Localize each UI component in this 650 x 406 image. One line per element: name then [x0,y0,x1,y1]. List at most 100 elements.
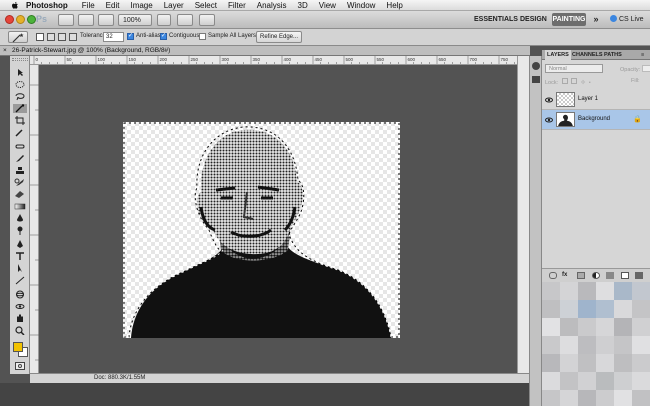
clone-source-panel-icon[interactable] [532,76,540,83]
healing-brush-icon[interactable] [13,142,27,151]
horizontal-ruler[interactable]: 0 50 100 150 200 250 300 350 400 450 500 550 600 650 7… [30,56,530,65]
cs-live-button[interactable]: CS Live [610,13,643,26]
vertical-scrollbar[interactable] [517,56,529,373]
sample-all-layers-checkbox[interactable] [199,33,206,40]
pen-tool-icon[interactable] [13,240,27,249]
blend-mode-select[interactable]: Normal [545,64,603,73]
path-selection-icon[interactable] [13,264,27,273]
lock-position-icon[interactable]: ✢ [581,80,586,86]
menu-file[interactable]: File [82,1,95,10]
apple-icon[interactable] [10,1,20,10]
more-workspaces-button[interactable]: » [591,13,601,26]
new-group-icon[interactable] [606,272,614,279]
brush-panel-icon[interactable] [532,62,540,70]
move-tool-icon[interactable] [13,68,27,77]
foreground-color-swatch[interactable] [13,342,23,352]
tolerance-input[interactable]: 32 [103,32,124,42]
quick-mask-icon[interactable] [15,362,25,370]
toolbox-grip[interactable] [12,58,28,61]
clone-stamp-icon[interactable] [13,166,27,175]
eye-icon[interactable] [545,96,553,104]
lock-image-icon[interactable] [571,78,578,84]
lasso-tool-icon[interactable] [13,92,27,101]
zoom-tool-icon[interactable] [13,326,27,336]
mosaic-tile [614,372,632,390]
document-size-status[interactable]: Doc: 880.3K/1.55M [94,375,145,381]
tab-layers[interactable]: LAYERS [545,50,571,60]
menu-help[interactable]: Help [386,1,402,10]
lock-icon[interactable]: ▪ [589,80,591,86]
dodge-tool-icon[interactable] [13,226,27,235]
menu-layer[interactable]: Layer [164,1,184,10]
crop-tool-icon[interactable] [13,116,27,125]
screen-mode-button[interactable] [199,14,215,26]
vertical-ruler[interactable] [30,65,39,374]
hand-tool-icon[interactable] [13,314,27,323]
trash-icon[interactable] [635,272,643,279]
bridge-button[interactable] [58,14,74,26]
tool-preset-picker[interactable] [8,31,28,43]
hand-tool-button[interactable] [157,14,171,26]
3d-orbit-icon[interactable] [13,302,27,311]
lock-transparent-icon[interactable] [561,78,568,84]
menu-window[interactable]: Window [347,1,375,10]
eye-icon[interactable] [545,116,553,124]
panel-icon-strip [529,56,542,406]
opacity-input[interactable] [641,65,650,72]
refine-edge-button[interactable]: Refine Edge... [256,31,302,43]
mask-icon[interactable] [577,272,585,279]
minimize-window-button[interactable] [16,15,25,24]
document-canvas[interactable] [123,122,400,338]
mosaic-tile [578,354,596,372]
type-tool-icon[interactable] [13,252,27,261]
history-brush-icon[interactable] [13,178,27,187]
opacity-control[interactable]: Opacity: [620,65,650,73]
menu-image[interactable]: Image [130,1,152,10]
gradient-tool-icon[interactable] [13,202,27,211]
fill-control[interactable]: Fill: [631,78,640,84]
contiguous-checkbox[interactable] [160,32,167,40]
selection-mode-add[interactable] [47,33,55,41]
menu-analysis[interactable]: Analysis [257,1,287,10]
document-tab[interactable]: × 26-Patrick-Stewart.jpg @ 100% (Backgro… [0,46,530,56]
close-document-icon[interactable]: × [3,47,7,54]
layers-panel-footer: fx [542,268,650,282]
menu-edit[interactable]: Edit [106,1,120,10]
link-icon[interactable] [549,272,557,279]
layer-row-layer-1[interactable]: Layer 1 [542,90,650,110]
tab-channels[interactable]: CHANNELS [572,52,603,58]
menu-3d[interactable]: 3D [298,1,308,10]
blur-tool-icon[interactable] [13,214,27,223]
layer-row-background[interactable]: Background 🔒 [542,110,650,130]
menu-select[interactable]: Select [195,1,217,10]
magic-wand-tool-icon[interactable] [13,104,27,113]
workspace-essentials[interactable]: ESSENTIALS [474,13,518,26]
fx-icon[interactable]: fx [562,272,570,279]
shape-tool-icon[interactable] [13,276,27,285]
adjustment-layer-icon[interactable] [592,272,600,279]
view-extras-button[interactable] [98,14,114,26]
eraser-tool-icon[interactable] [13,190,27,199]
selection-mode-intersect[interactable] [69,33,77,41]
panel-menu-icon[interactable]: ≡ [641,52,644,58]
menu-app-name[interactable]: Photoshop [26,1,68,10]
zoom-window-button[interactable] [27,15,36,24]
anti-alias-checkbox[interactable] [127,32,134,40]
tab-paths[interactable]: PATHS [604,52,622,58]
arrange-documents-button[interactable] [177,14,193,26]
3d-rotate-icon[interactable] [13,290,27,299]
brush-tool-icon[interactable] [13,154,27,163]
close-window-button[interactable] [5,15,14,24]
workspace-painting[interactable]: PAINTING [552,13,586,26]
selection-mode-new[interactable] [36,33,44,41]
eyedropper-tool-icon[interactable] [13,128,27,137]
zoom-level-select[interactable]: 100% [118,14,152,26]
mini-bridge-button[interactable] [78,14,94,26]
workspace-design[interactable]: DESIGN [520,13,547,26]
mosaic-tile [632,354,650,372]
menu-view[interactable]: View [319,1,336,10]
menu-filter[interactable]: Filter [228,1,246,10]
marquee-tool-icon[interactable] [13,80,27,89]
new-layer-icon[interactable] [621,272,629,279]
selection-mode-subtract[interactable] [58,33,66,41]
